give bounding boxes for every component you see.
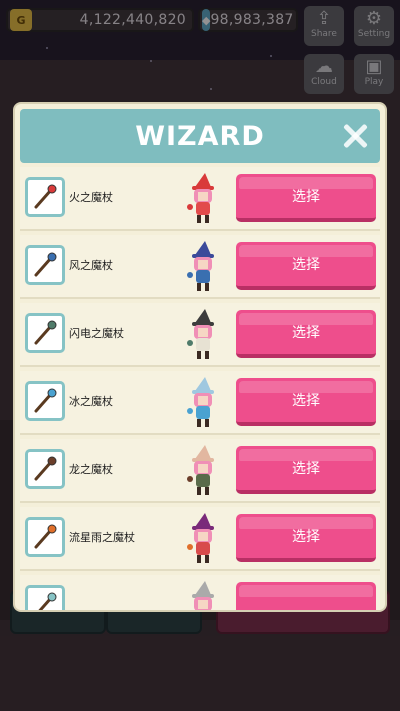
close-button[interactable]	[340, 121, 370, 151]
wizard-dialog: WIZARD 火之魔杖 选择 风之魔杖 选择 闪电之魔杖 选择 冰之魔杖 选择 龙之魔杖 选择 流星…	[15, 104, 385, 610]
wizard-character-sprite	[185, 579, 221, 610]
wand-icon	[34, 252, 57, 277]
wizard-character-sprite	[185, 239, 221, 295]
wand-icon-slot	[25, 517, 65, 557]
wand-row: 风之魔杖 选择	[20, 235, 380, 299]
wand-name: 冰之魔杖	[69, 395, 113, 408]
wand-icon	[34, 184, 57, 209]
wand-name: 流星雨之魔杖	[69, 531, 135, 544]
dialog-title: WIZARD	[135, 121, 265, 152]
wand-name: 龙之魔杖	[69, 463, 113, 476]
wand-name: 风之魔杖	[69, 259, 113, 272]
wand-name: 火之魔杖	[69, 191, 113, 204]
wand-row: 火之魔杖 选择	[20, 167, 380, 231]
select-button[interactable]: 选择	[236, 310, 376, 358]
wizard-character-sprite	[185, 443, 221, 499]
wand-icon-slot	[25, 585, 65, 610]
select-button[interactable]	[236, 582, 376, 610]
select-button[interactable]: 选择	[236, 242, 376, 290]
wizard-character-sprite	[185, 307, 221, 363]
wand-row: 流星雨之魔杖 选择	[20, 507, 380, 571]
wand-list[interactable]: 火之魔杖 选择 风之魔杖 选择 闪电之魔杖 选择 冰之魔杖 选择 龙之魔杖 选择 流星雨之魔杖 选择	[20, 167, 380, 610]
wand-icon	[38, 592, 57, 610]
wand-icon-slot	[25, 177, 65, 217]
wizard-character-sprite	[185, 171, 221, 227]
dialog-header: WIZARD	[20, 109, 380, 163]
wand-icon	[34, 320, 57, 345]
select-button[interactable]: 选择	[236, 174, 376, 222]
wand-icon-slot	[25, 381, 65, 421]
wand-icon	[34, 456, 57, 481]
wizard-character-sprite	[185, 511, 221, 567]
wand-name: 闪电之魔杖	[69, 327, 124, 340]
wand-icon-slot	[25, 313, 65, 353]
select-button[interactable]: 选择	[236, 446, 376, 494]
wand-icon	[34, 388, 57, 413]
select-button[interactable]: 选择	[236, 514, 376, 562]
wand-icon-slot	[25, 449, 65, 489]
select-button[interactable]: 选择	[236, 378, 376, 426]
wand-icon-slot	[25, 245, 65, 285]
wand-row: 龙之魔杖 选择	[20, 439, 380, 503]
wand-row: 闪电之魔杖 选择	[20, 303, 380, 367]
wizard-character-sprite	[185, 375, 221, 431]
wand-row: 冰之魔杖 选择	[20, 371, 380, 435]
wand-row	[20, 575, 380, 610]
wand-icon	[34, 524, 57, 549]
